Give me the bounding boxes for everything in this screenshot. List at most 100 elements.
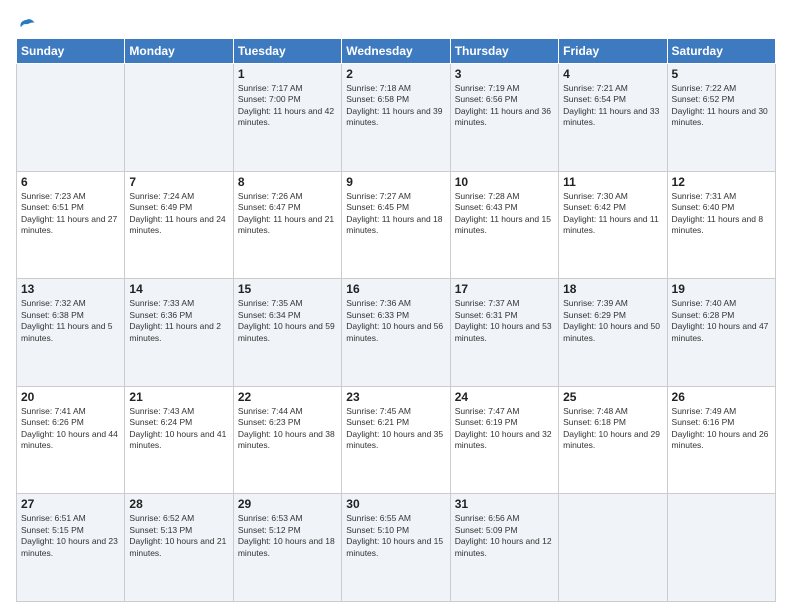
week-row-5: 27Sunrise: 6:51 AM Sunset: 5:15 PM Dayli… [17,494,776,602]
day-number: 31 [455,497,554,511]
week-row-2: 6 Sunrise: 7:23 AM Sunset: 6:51 PM Daylig… [17,171,776,279]
cell-info: Sunrise: 7:45 AM Sunset: 6:21 PM Dayligh… [346,406,445,452]
cell-info: Sunrise: 6:52 AM Sunset: 5:13 PM Dayligh… [129,513,228,559]
calendar-cell: 5 Sunrise: 7:22 AM Sunset: 6:52 PM Daylig… [667,64,775,172]
cell-info: Sunrise: 7:35 AM Sunset: 6:34 PM Dayligh… [238,298,337,344]
logo-bird-icon [18,16,36,34]
cell-info: Sunrise: 7:22 AM Sunset: 6:52 PM Dayligh… [672,83,771,129]
day-number: 20 [21,390,120,404]
day-number: 30 [346,497,445,511]
calendar-cell: 8 Sunrise: 7:26 AM Sunset: 6:47 PM Daylig… [233,171,341,279]
calendar-cell: 28 Sunrise: 6:52 AM Sunset: 5:13 PM Dayli… [125,494,233,602]
day-number: 19 [672,282,771,296]
calendar-cell: 14 Sunrise: 7:33 AM Sunset: 6:36 PM Dayli… [125,279,233,387]
day-number: 8 [238,175,337,189]
calendar-cell: 2 Sunrise: 7:18 AM Sunset: 6:58 PM Daylig… [342,64,450,172]
cell-info: Sunrise: 7:41 AM Sunset: 6:26 PM Dayligh… [21,406,120,452]
cell-info: Sunrise: 7:31 AM Sunset: 6:40 PM Dayligh… [672,191,771,237]
calendar-cell: 26 Sunrise: 7:49 AM Sunset: 6:16 PM Dayli… [667,386,775,494]
day-number: 12 [672,175,771,189]
header-day-friday: Friday [559,39,667,64]
day-number: 14 [129,282,228,296]
page: SundayMondayTuesdayWednesdayThursdayFrid… [0,0,792,612]
cell-info: Sunrise: 6:55 AM Sunset: 5:10 PM Dayligh… [346,513,445,559]
header-day-monday: Monday [125,39,233,64]
day-number: 9 [346,175,445,189]
calendar-cell: 4Sunrise: 7:21 AM Sunset: 6:54 PM Daylig… [559,64,667,172]
day-number: 1 [238,67,337,81]
cell-info: Sunrise: 7:19 AM Sunset: 6:56 PM Dayligh… [455,83,554,129]
calendar-cell: 20 Sunrise: 7:41 AM Sunset: 6:26 PM Dayli… [17,386,125,494]
cell-info: Sunrise: 7:49 AM Sunset: 6:16 PM Dayligh… [672,406,771,452]
logo [16,16,36,30]
calendar-cell: 9 Sunrise: 7:27 AM Sunset: 6:45 PM Daylig… [342,171,450,279]
header-day-sunday: Sunday [17,39,125,64]
calendar-cell: 17Sunrise: 7:37 AM Sunset: 6:31 PM Dayli… [450,279,558,387]
day-number: 22 [238,390,337,404]
calendar-cell: 13 Sunrise: 7:32 AM Sunset: 6:38 PM Dayli… [17,279,125,387]
week-row-3: 13 Sunrise: 7:32 AM Sunset: 6:38 PM Dayli… [17,279,776,387]
cell-info: Sunrise: 7:37 AM Sunset: 6:31 PM Dayligh… [455,298,554,344]
day-number: 5 [672,67,771,81]
calendar-header: SundayMondayTuesdayWednesdayThursdayFrid… [17,39,776,64]
day-number: 21 [129,390,228,404]
calendar-cell: 18Sunrise: 7:39 AM Sunset: 6:29 PM Dayli… [559,279,667,387]
day-number: 26 [672,390,771,404]
calendar-cell: 10 Sunrise: 7:28 AM Sunset: 6:43 PM Dayli… [450,171,558,279]
cell-info: Sunrise: 7:27 AM Sunset: 6:45 PM Dayligh… [346,191,445,237]
cell-info: Sunrise: 6:53 AM Sunset: 5:12 PM Dayligh… [238,513,337,559]
week-row-1: 1Sunrise: 7:17 AM Sunset: 7:00 PM Daylig… [17,64,776,172]
calendar-cell: 6 Sunrise: 7:23 AM Sunset: 6:51 PM Daylig… [17,171,125,279]
calendar-cell [17,64,125,172]
calendar-cell: 23Sunrise: 7:45 AM Sunset: 6:21 PM Dayli… [342,386,450,494]
cell-info: Sunrise: 7:24 AM Sunset: 6:49 PM Dayligh… [129,191,228,237]
day-number: 24 [455,390,554,404]
cell-info: Sunrise: 7:26 AM Sunset: 6:47 PM Dayligh… [238,191,337,237]
cell-info: Sunrise: 7:43 AM Sunset: 6:24 PM Dayligh… [129,406,228,452]
header [16,16,776,30]
day-number: 29 [238,497,337,511]
cell-info: Sunrise: 7:48 AM Sunset: 6:18 PM Dayligh… [563,406,662,452]
day-number: 7 [129,175,228,189]
calendar-cell: 21 Sunrise: 7:43 AM Sunset: 6:24 PM Dayli… [125,386,233,494]
day-number: 10 [455,175,554,189]
day-number: 18 [563,282,662,296]
cell-info: Sunrise: 7:44 AM Sunset: 6:23 PM Dayligh… [238,406,337,452]
day-number: 4 [563,67,662,81]
cell-info: Sunrise: 6:56 AM Sunset: 5:09 PM Dayligh… [455,513,554,559]
logo-text [16,16,36,34]
day-number: 13 [21,282,120,296]
calendar-cell: 1Sunrise: 7:17 AM Sunset: 7:00 PM Daylig… [233,64,341,172]
calendar-cell: 19 Sunrise: 7:40 AM Sunset: 6:28 PM Dayli… [667,279,775,387]
calendar-table: SundayMondayTuesdayWednesdayThursdayFrid… [16,38,776,602]
cell-info: Sunrise: 7:40 AM Sunset: 6:28 PM Dayligh… [672,298,771,344]
day-number: 6 [21,175,120,189]
calendar-cell: 31 Sunrise: 6:56 AM Sunset: 5:09 PM Dayli… [450,494,558,602]
calendar-cell [559,494,667,602]
calendar-cell: 24 Sunrise: 7:47 AM Sunset: 6:19 PM Dayli… [450,386,558,494]
day-number: 15 [238,282,337,296]
cell-info: Sunrise: 7:23 AM Sunset: 6:51 PM Dayligh… [21,191,120,237]
calendar-cell: 29 Sunrise: 6:53 AM Sunset: 5:12 PM Dayli… [233,494,341,602]
day-number: 16 [346,282,445,296]
calendar: SundayMondayTuesdayWednesdayThursdayFrid… [16,38,776,602]
cell-info: Sunrise: 7:28 AM Sunset: 6:43 PM Dayligh… [455,191,554,237]
cell-info: Sunrise: 7:33 AM Sunset: 6:36 PM Dayligh… [129,298,228,344]
calendar-cell: 27Sunrise: 6:51 AM Sunset: 5:15 PM Dayli… [17,494,125,602]
calendar-cell [125,64,233,172]
day-number: 3 [455,67,554,81]
week-row-4: 20 Sunrise: 7:41 AM Sunset: 6:26 PM Dayli… [17,386,776,494]
day-number: 2 [346,67,445,81]
day-number: 11 [563,175,662,189]
cell-info: Sunrise: 7:30 AM Sunset: 6:42 PM Dayligh… [563,191,662,237]
day-number: 28 [129,497,228,511]
header-row: SundayMondayTuesdayWednesdayThursdayFrid… [17,39,776,64]
cell-info: Sunrise: 7:32 AM Sunset: 6:38 PM Dayligh… [21,298,120,344]
cell-info: Sunrise: 7:18 AM Sunset: 6:58 PM Dayligh… [346,83,445,129]
calendar-cell: 30 Sunrise: 6:55 AM Sunset: 5:10 PM Dayli… [342,494,450,602]
calendar-cell: 25Sunrise: 7:48 AM Sunset: 6:18 PM Dayli… [559,386,667,494]
header-day-tuesday: Tuesday [233,39,341,64]
cell-info: Sunrise: 7:47 AM Sunset: 6:19 PM Dayligh… [455,406,554,452]
cell-info: Sunrise: 7:36 AM Sunset: 6:33 PM Dayligh… [346,298,445,344]
calendar-cell: 16 Sunrise: 7:36 AM Sunset: 6:33 PM Dayli… [342,279,450,387]
